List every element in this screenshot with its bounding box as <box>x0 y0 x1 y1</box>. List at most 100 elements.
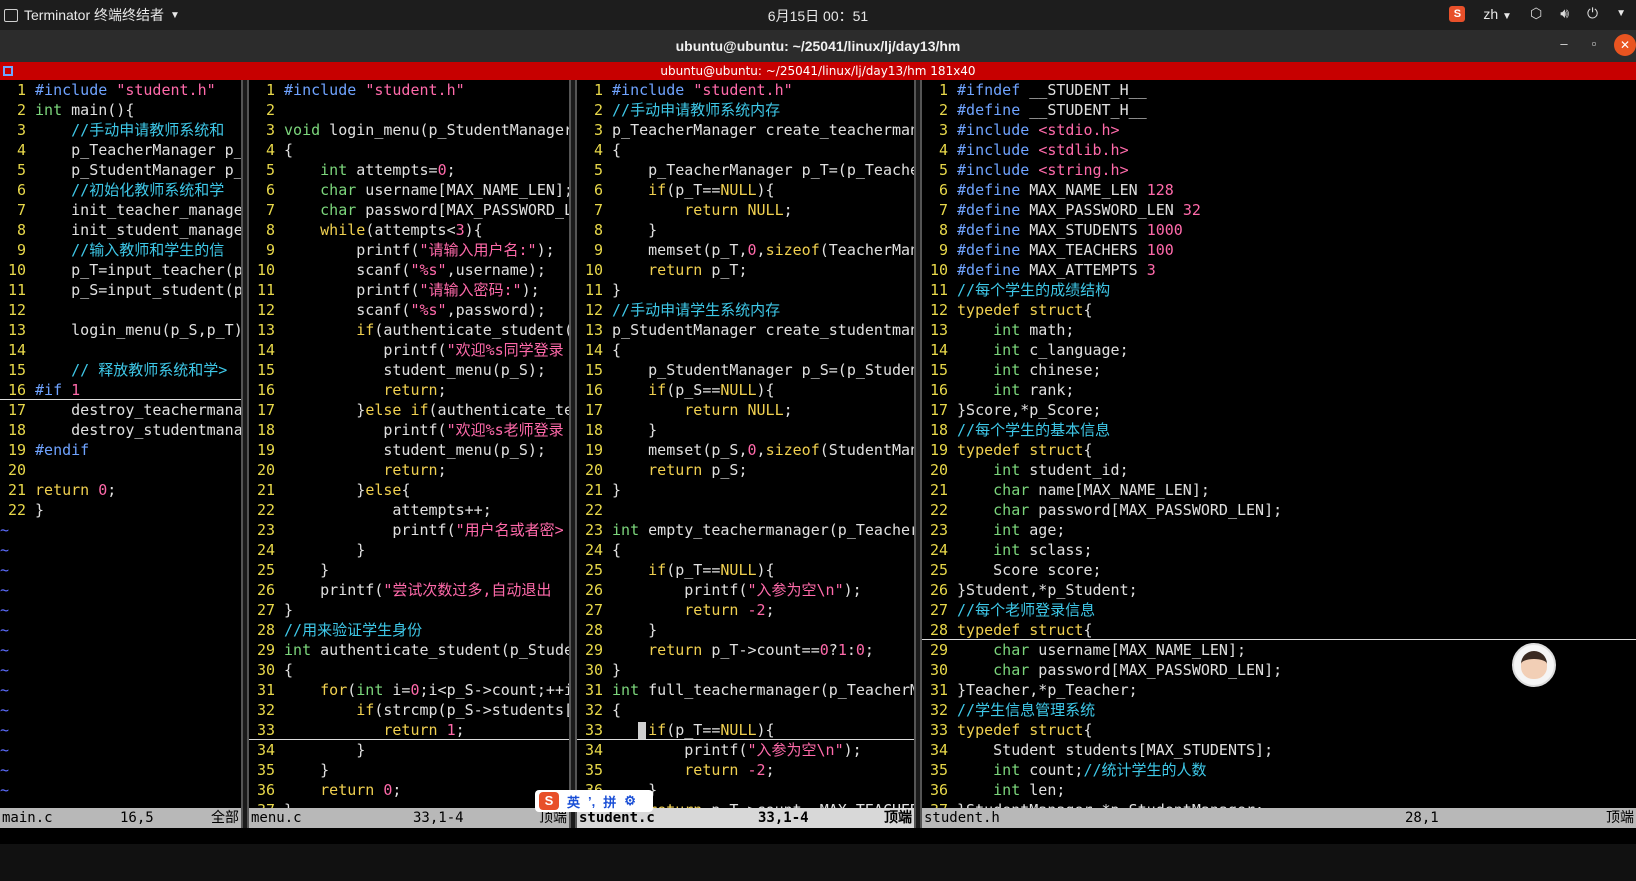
code-line[interactable]: 27 } <box>249 600 569 620</box>
code-line[interactable]: 25 Score score; <box>922 560 1636 580</box>
code-line[interactable]: 15 student_menu(p_S); <box>249 360 569 380</box>
code-line[interactable]: 21 return 0; <box>0 480 241 500</box>
code-line[interactable]: 5 #include <string.h> <box>922 160 1636 180</box>
code-line[interactable]: 4 p_TeacherManager p_T <box>0 140 241 160</box>
code-line[interactable]: 36 return 0; <box>249 780 569 800</box>
code-line[interactable]: 12 <box>0 300 241 320</box>
code-line[interactable]: 35 return -2; <box>577 760 914 780</box>
pane-splitter[interactable] <box>241 80 249 828</box>
code-line[interactable]: 28 //用来验证学生身份 <box>249 620 569 640</box>
code-line[interactable]: 5 int attempts=0; <box>249 160 569 180</box>
code-line[interactable]: 28 typedef struct{ <box>922 620 1636 640</box>
code-line[interactable]: 12 scanf("%s",password); <box>249 300 569 320</box>
code-line[interactable]: 10 scanf("%s",username); <box>249 260 569 280</box>
code-line[interactable]: 28 } <box>577 620 914 640</box>
code-line[interactable]: 7 init_teacher_manager <box>0 200 241 220</box>
code-line[interactable]: 30 } <box>577 660 914 680</box>
code-line[interactable]: 19 typedef struct{ <box>922 440 1636 460</box>
code-line[interactable]: 14 <box>0 340 241 360</box>
code-line[interactable]: 6 if(p_T==NULL){ <box>577 180 914 200</box>
code-line[interactable]: 9 memset(p_T,0,sizeof(TeacherMana <box>577 240 914 260</box>
code-line[interactable]: 1 #ifndef __STUDENT_H__ <box>922 80 1636 100</box>
code-line[interactable]: 4 #include <stdlib.h> <box>922 140 1636 160</box>
code-line[interactable]: 16 #if 1 <box>0 380 241 400</box>
code-line[interactable]: 17 }Score,*p_Score; <box>922 400 1636 420</box>
code-line[interactable]: 30 { <box>249 660 569 680</box>
sogou-logo-icon[interactable]: S <box>539 792 559 810</box>
code-line[interactable]: 19 memset(p_S,0,sizeof(StudentMana <box>577 440 914 460</box>
network-icon[interactable]: ⬡ <box>1530 5 1542 22</box>
code-line[interactable]: 21 } <box>577 480 914 500</box>
code-line[interactable]: 16 if(p_S==NULL){ <box>577 380 914 400</box>
code-line[interactable]: 13 login_menu(p_S,p_T); <box>0 320 241 340</box>
code-line[interactable]: 31 int full_teachermanager(p_TeacherMa <box>577 680 914 700</box>
code-line[interactable]: 22 attempts++; <box>249 500 569 520</box>
vim-pane-student-h[interactable]: 1 #ifndef __STUDENT_H__ 2 #define __STUDE… <box>922 80 1636 844</box>
code-line[interactable]: 7 char password[MAX_PASSWORD_LE <box>249 200 569 220</box>
code-line[interactable]: 26 printf("尝试次数过多,自动退出 <box>249 580 569 600</box>
maximize-button[interactable]: ▫ <box>1584 36 1604 51</box>
ime-punct-toggle[interactable]: ’, <box>588 794 595 809</box>
code-line[interactable]: 2 <box>249 100 569 120</box>
code-line[interactable]: 24 int sclass; <box>922 540 1636 560</box>
code-line[interactable]: 19 #endif <box>0 440 241 460</box>
code-line[interactable]: 16 return; <box>249 380 569 400</box>
code-line[interactable]: 34 } <box>249 740 569 760</box>
code-line[interactable]: 7 return NULL; <box>577 200 914 220</box>
code-line[interactable]: 6 //初始化教师系统和学 <box>0 180 241 200</box>
code-line[interactable]: 6 #define MAX_NAME_LEN 128 <box>922 180 1636 200</box>
pane-splitter[interactable] <box>914 80 922 828</box>
code-area[interactable]: 1 #include "student.h" 2 3 void login_men… <box>249 80 569 820</box>
code-line[interactable]: 19 student_menu(p_S); <box>249 440 569 460</box>
code-line[interactable]: 3 void login_menu(p_StudentManager <box>249 120 569 140</box>
code-line[interactable]: 8 while(attempts<3){ <box>249 220 569 240</box>
code-line[interactable]: 13 if(authenticate_student(p <box>249 320 569 340</box>
vim-pane-menu[interactable]: 1 #include "student.h" 2 3 void login_men… <box>249 80 569 844</box>
code-line[interactable]: 13 p_StudentManager create_studentmana <box>577 320 914 340</box>
code-line[interactable]: 20 int student_id; <box>922 460 1636 480</box>
code-line[interactable]: 2 int main(){ <box>0 100 241 120</box>
code-line[interactable]: 14 int c_language; <box>922 340 1636 360</box>
code-line[interactable]: 25 } <box>249 560 569 580</box>
code-line[interactable]: 20 return; <box>249 460 569 480</box>
code-line[interactable]: 6 char username[MAX_NAME_LEN]; <box>249 180 569 200</box>
code-line[interactable]: 31 for(int i=0;i<p_S->count;++i) <box>249 680 569 700</box>
code-line[interactable]: 5 p_StudentManager p_S <box>0 160 241 180</box>
code-line[interactable]: 7 #define MAX_PASSWORD_LEN 32 <box>922 200 1636 220</box>
vim-pane-student-c[interactable]: 1 #include "student.h" 2 //手动申请教师系统内存 3 p_… <box>577 80 914 844</box>
gear-icon[interactable]: ⚙ <box>624 793 636 809</box>
code-line[interactable]: 36 int len; <box>922 780 1636 800</box>
code-line[interactable]: 17 destroy_teachermanag <box>0 400 241 420</box>
code-line[interactable]: 33 if(p_T==NULL){ <box>577 720 914 740</box>
vim-pane-main[interactable]: 1 #include "student.h" 2 int main(){3 //手… <box>0 80 241 844</box>
code-line[interactable]: 3 p_TeacherManager create_teachermana <box>577 120 914 140</box>
code-line[interactable]: 33 return 1; <box>249 720 569 740</box>
code-line[interactable]: 33 typedef struct{ <box>922 720 1636 740</box>
code-line[interactable]: 9 //输入教师和学生的信 <box>0 240 241 260</box>
code-line[interactable]: 11 p_S=input_student(p_ <box>0 280 241 300</box>
code-line[interactable]: 12 //手动申请学生系统内存 <box>577 300 914 320</box>
code-line[interactable]: 13 int math; <box>922 320 1636 340</box>
code-line[interactable]: 18 printf("欢迎%s老师登录 <box>249 420 569 440</box>
code-line[interactable]: 27 return -2; <box>577 600 914 620</box>
code-line[interactable]: 32 //学生信息管理系统 <box>922 700 1636 720</box>
code-line[interactable]: 3 #include <stdio.h> <box>922 120 1636 140</box>
sogou-ime-toolbar[interactable]: S 英 ’, 拼 ⚙ <box>535 790 653 812</box>
code-line[interactable]: 11 //每个学生的成绩结构 <box>922 280 1636 300</box>
sogou-tray-icon[interactable]: S <box>1449 5 1466 22</box>
code-line[interactable]: 25 if(p_T==NULL){ <box>577 560 914 580</box>
code-line[interactable]: 5 p_TeacherManager p_T=(p_Teacher <box>577 160 914 180</box>
code-line[interactable]: 16 int rank; <box>922 380 1636 400</box>
code-line[interactable]: 14 printf("欢迎%s同学登录 <box>249 340 569 360</box>
code-line[interactable]: 24 } <box>249 540 569 560</box>
code-line[interactable]: 24 { <box>577 540 914 560</box>
power-icon[interactable]: ⏻ <box>1587 5 1598 22</box>
code-line[interactable]: 18 destroy_studentmanag <box>0 420 241 440</box>
code-line[interactable]: 22 <box>577 500 914 520</box>
code-line[interactable]: 20 <box>0 460 241 480</box>
code-line[interactable]: 27 //每个老师登录信息 <box>922 600 1636 620</box>
code-line[interactable]: 34 Student students[MAX_STUDENTS]; <box>922 740 1636 760</box>
code-line[interactable]: 10 #define MAX_ATTEMPTS 3 <box>922 260 1636 280</box>
code-line[interactable]: 22 } <box>0 500 241 520</box>
assistant-avatar[interactable] <box>1512 643 1556 687</box>
